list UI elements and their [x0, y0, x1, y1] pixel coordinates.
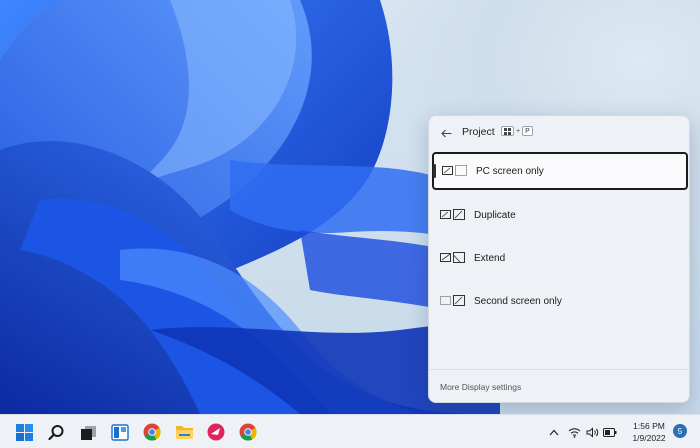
clock[interactable]: 1:56 PM 1/9/2022	[622, 420, 676, 444]
flyout-title: Project	[462, 126, 495, 138]
clock-date: 1/9/2022	[632, 433, 666, 443]
option-label: Second screen only	[474, 295, 562, 307]
file-explorer-icon	[175, 426, 193, 439]
app-icon	[207, 423, 225, 441]
start-icon	[15, 423, 33, 441]
task-view-icon	[80, 425, 96, 440]
windows-key-icon	[501, 126, 514, 136]
project-flyout: Project + P PC screen only Duplicate Ext…	[428, 115, 690, 403]
chevron-up-icon	[549, 429, 559, 435]
app-button[interactable]	[204, 420, 228, 444]
chrome-icon	[143, 423, 161, 441]
chrome-button-2[interactable]	[236, 420, 260, 444]
extend-icon	[440, 252, 468, 264]
speaker-icon	[586, 426, 598, 438]
volume-button[interactable]	[585, 425, 599, 439]
network-button[interactable]	[567, 425, 581, 439]
file-explorer-button[interactable]	[172, 420, 196, 444]
search-button[interactable]	[44, 420, 68, 444]
back-button[interactable]	[437, 125, 455, 141]
pc-screen-only-icon	[442, 165, 470, 177]
option-second-screen-only[interactable]: Second screen only	[432, 282, 688, 320]
shortcut-plus: +	[516, 127, 521, 135]
divider	[429, 369, 689, 370]
selection-indicator	[433, 164, 436, 178]
battery-icon	[603, 427, 617, 437]
battery-button[interactable]	[603, 425, 617, 439]
show-hidden-icons-button[interactable]	[548, 425, 560, 439]
second-screen-only-icon	[440, 295, 468, 307]
flyout-header: Project + P	[429, 116, 689, 150]
option-label: Duplicate	[474, 209, 516, 221]
option-extend[interactable]: Extend	[432, 239, 688, 277]
duplicate-icon	[440, 209, 468, 221]
more-display-settings-link[interactable]: More Display settings	[440, 382, 521, 392]
option-pc-screen-only[interactable]: PC screen only	[432, 152, 688, 190]
chrome-button[interactable]	[140, 420, 164, 444]
task-view-button[interactable]	[76, 420, 100, 444]
option-duplicate[interactable]: Duplicate	[432, 196, 688, 234]
start-button[interactable]	[12, 420, 36, 444]
notification-badge[interactable]: 5	[673, 424, 687, 438]
shortcut-key: P	[522, 126, 533, 136]
clock-time: 1:56 PM	[633, 421, 665, 431]
widgets-button[interactable]	[108, 420, 132, 444]
widgets-icon	[111, 423, 129, 441]
option-label: PC screen only	[476, 165, 544, 177]
chrome-icon	[239, 423, 257, 441]
taskbar: 1:56 PM 1/9/2022 5	[0, 414, 700, 448]
option-label: Extend	[474, 252, 506, 264]
search-icon	[47, 424, 63, 440]
back-arrow-icon	[440, 129, 451, 137]
wifi-icon	[568, 427, 580, 438]
keyboard-shortcut: + P	[501, 126, 533, 136]
